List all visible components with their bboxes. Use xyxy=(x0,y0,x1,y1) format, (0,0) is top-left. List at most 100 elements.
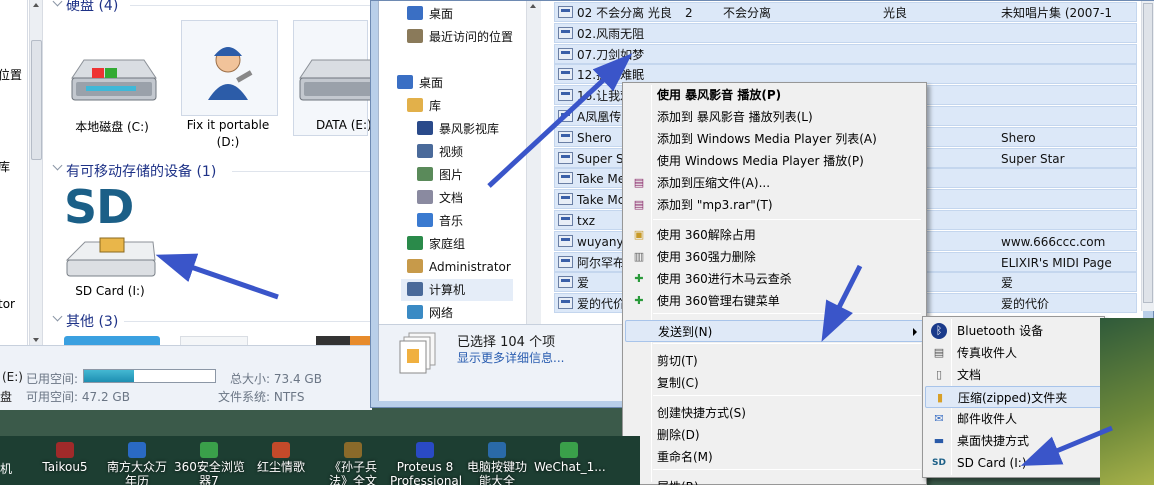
nav-item[interactable]: 文档 xyxy=(411,187,513,209)
nav-item[interactable]: 暴风影视库 xyxy=(411,118,513,140)
nav-scrollbar[interactable] xyxy=(526,1,541,324)
drive-c[interactable]: 本地磁盘 (C:) xyxy=(62,30,162,140)
nav-item[interactable]: 库 xyxy=(401,95,513,117)
sd-card-drive[interactable]: SD Card (I:) xyxy=(55,230,165,305)
file-row[interactable]: 07.刀剑如梦 xyxy=(554,43,1137,64)
shortcut-label-line2: 能大全 xyxy=(478,474,515,485)
menu-separator xyxy=(653,343,921,344)
navigation-pane: 桌面 最近访问的位置 桌面库暴风影视库 视频 图片 文档 音乐 家庭组 Administrato… xyxy=(379,1,526,324)
send-to-item[interactable]: ✉ 邮件收件人 xyxy=(925,408,1102,430)
menu-item[interactable]: ▤ 添加到压缩文件(A)... xyxy=(625,172,924,194)
send-to-item[interactable]: ▮ 压缩(zipped)文件夹 xyxy=(925,386,1102,408)
file-row[interactable]: 02.风雨无阻 xyxy=(554,22,1137,43)
nav-item[interactable]: 音乐 xyxy=(411,210,513,232)
group-header-removable[interactable]: 有可移动存储的设备 (1) xyxy=(66,161,216,181)
nav-item[interactable]: 网络 xyxy=(401,302,513,324)
menu-item[interactable]: 删除(D) xyxy=(625,424,924,446)
document-icon xyxy=(417,190,433,204)
scroll-down-arrow-icon[interactable] xyxy=(33,338,39,342)
library-icon xyxy=(407,98,423,112)
menu-item[interactable]: 重命名(M) xyxy=(625,446,924,468)
desktop-shortcut[interactable]: 南方大众万 年历 xyxy=(102,436,172,485)
shortcut-icon xyxy=(200,442,218,458)
nav-item-label: 网络 xyxy=(429,306,454,320)
mp3-file-icon xyxy=(558,151,573,164)
menu-item[interactable]: 剪切(T) xyxy=(625,350,924,372)
send-to-item-label: 桌面快捷方式 xyxy=(957,434,1030,448)
send-to-item[interactable]: ᛒ Bluetooth 设备 xyxy=(925,320,1102,342)
hard-drive-icon xyxy=(299,59,372,101)
menu-item[interactable]: 使用 Windows Media Player 播放(P) xyxy=(625,150,924,172)
menu-item[interactable]: ✚ 使用 360管理右键菜单 xyxy=(625,290,924,312)
file-list-scrollbar[interactable] xyxy=(1141,1,1154,311)
menu-item[interactable]: 使用 暴风影音 播放(P) xyxy=(625,84,924,106)
nav-item[interactable]: 家庭组 xyxy=(401,233,513,255)
nav-item[interactable]: Administrator xyxy=(401,256,513,278)
desktop-shortcut[interactable]: Taikou5 xyxy=(30,436,100,485)
group-header-hard-disks[interactable]: 硬盘 (4) xyxy=(66,0,118,15)
collapse-chevron-icon[interactable] xyxy=(52,160,63,171)
file-name-cell: Shero xyxy=(577,130,612,145)
nav-item-label: 桌面 xyxy=(419,76,444,90)
send-to-item[interactable]: SD SD Card (I:) xyxy=(925,452,1102,474)
file-row[interactable]: 02 不会分离 光良 2 不会分离 光良 未知唱片集 (2007-1 xyxy=(554,2,1137,22)
menu-item[interactable]: ▤ 添加到 "mp3.rar"(T) xyxy=(625,194,924,216)
menu-item-send-to[interactable]: 发送到(N) xyxy=(625,320,924,342)
scroll-up-arrow-icon[interactable] xyxy=(530,4,536,8)
send-to-item[interactable]: ▬ 桌面快捷方式 xyxy=(925,430,1102,452)
menu-item[interactable]: 属性(R) xyxy=(625,476,924,485)
drive-d[interactable]: Fix it portable (D:) xyxy=(178,30,278,155)
show-more-details-link[interactable]: 显示更多详细信息... xyxy=(457,349,564,366)
nav-item[interactable]: 桌面 xyxy=(401,3,513,25)
shortcut-label: Taikou5 xyxy=(42,460,88,474)
menu-separator xyxy=(653,219,921,220)
nav-item[interactable]: 最近访问的位置 xyxy=(401,26,513,48)
recent-places-icon xyxy=(407,29,423,43)
desktop-shortcut[interactable]: 红尘情歌 xyxy=(246,436,316,485)
desktop-shortcut[interactable]: 《孙子兵 法》全文 xyxy=(318,436,388,485)
desktop-shortcut[interactable]: 电脑按键功 能大全 xyxy=(462,436,532,485)
desktop-icon-fragment[interactable]: 机 xyxy=(0,460,12,477)
nav-item-fragment[interactable]: 库 xyxy=(0,158,10,175)
nav-item-fragment[interactable]: tor xyxy=(0,297,15,311)
nav-item-label: 视频 xyxy=(439,145,464,159)
menu-item[interactable]: 添加到 Windows Media Player 列表(A) xyxy=(625,128,924,150)
desktop-shortcut[interactable]: WeChat_1... xyxy=(534,436,606,485)
menu-item[interactable]: ▣ 使用 360解除占用 xyxy=(625,224,924,246)
send-to-item[interactable]: ▯ 文档 xyxy=(925,364,1102,386)
nav-item[interactable]: 图片 xyxy=(411,164,513,186)
fixit-technician-icon xyxy=(208,47,253,100)
drive-e[interactable]: DATA (E:) xyxy=(290,30,372,140)
scroll-thumb[interactable] xyxy=(31,40,42,160)
hard-drive-icon xyxy=(71,59,157,101)
video-icon xyxy=(417,144,433,158)
nav-scrollbar[interactable] xyxy=(29,0,43,345)
group-header-other[interactable]: 其他 (3) xyxy=(66,311,118,331)
send-to-item[interactable]: ▤ 传真收件人 xyxy=(925,342,1102,364)
menu-item-label: 使用 360进行木马云查杀 xyxy=(657,272,792,286)
used-space-label: 已用空间: xyxy=(26,372,79,386)
nav-item[interactable]: 桌面 xyxy=(391,72,513,94)
desktop-shortcut[interactable]: Proteus 8 Professional xyxy=(390,436,462,485)
scroll-thumb[interactable] xyxy=(1143,3,1153,303)
desktop-shortcut[interactable]: 360安全浏览 器7 xyxy=(174,436,245,485)
menu-item[interactable]: 创建快捷方式(S) xyxy=(625,402,924,424)
nav-item[interactable]: 视频 xyxy=(411,141,513,163)
menu-item[interactable]: 添加到 暴风影音 播放列表(L) xyxy=(625,106,924,128)
menu-item[interactable]: ▥ 使用 360强力删除 xyxy=(625,246,924,268)
file-album-cell: ELIXIR's MIDI Page xyxy=(1001,255,1112,270)
file-title-cell: 不会分离 xyxy=(723,6,772,20)
shortcut-label-line2: 法》全文 xyxy=(328,474,377,485)
file-name-cell: txz xyxy=(577,214,596,228)
music-icon xyxy=(417,213,433,227)
scroll-up-arrow-icon[interactable] xyxy=(33,3,39,7)
nav-item-fragment[interactable]: 位置 xyxy=(0,66,22,83)
shortcut-label-line2: 器7 xyxy=(199,474,219,485)
collapse-chevron-icon[interactable] xyxy=(52,0,63,7)
menu-item[interactable]: ✚ 使用 360进行木马云查杀 xyxy=(625,268,924,290)
menu-item[interactable]: 复制(C) xyxy=(625,372,924,394)
menu-item-label: 使用 360强力删除 xyxy=(657,250,756,264)
nav-item[interactable]: 计算机 xyxy=(401,279,513,301)
collapse-chevron-icon[interactable] xyxy=(52,311,63,322)
menu-item-label: 使用 Windows Media Player 播放(P) xyxy=(657,154,864,168)
